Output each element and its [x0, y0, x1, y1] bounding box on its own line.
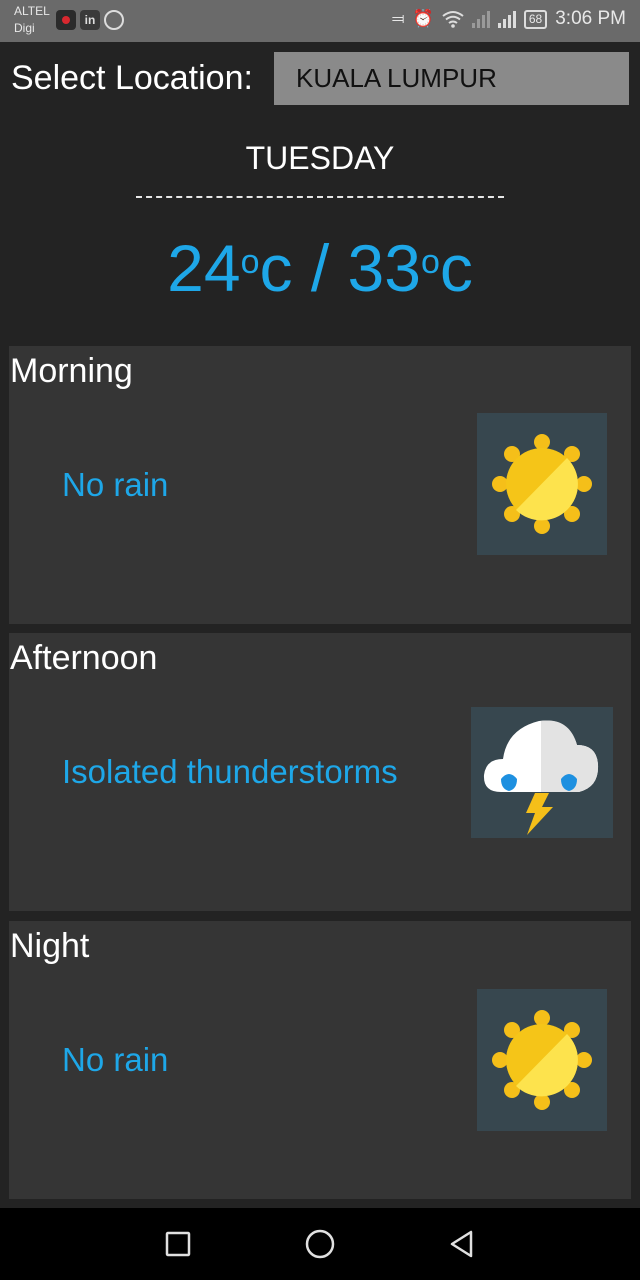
- carrier-name-1: ALTEL: [14, 4, 50, 18]
- signal-icon: [471, 10, 490, 28]
- linkedin-icon: in: [80, 10, 100, 30]
- sun-icon: [477, 413, 607, 555]
- wifi-icon: [442, 11, 464, 28]
- carrier-info: ALTEL Digi: [14, 3, 50, 37]
- degree-symbol: o: [420, 243, 440, 281]
- recent-apps-icon[interactable]: [162, 1228, 194, 1260]
- period-card-night: Night No rain: [9, 921, 631, 1199]
- period-title: Morning: [10, 352, 133, 390]
- screen-record-icon: [56, 10, 76, 30]
- clock: 3:06 PM: [555, 8, 626, 29]
- home-icon[interactable]: [304, 1228, 336, 1260]
- max-temp: 33: [347, 231, 421, 305]
- location-label: Select Location:: [11, 59, 253, 97]
- sun-icon: [477, 989, 607, 1131]
- status-bar: ALTEL Digi in ⫤ ⏰ 68 3:06 PM: [0, 0, 640, 42]
- min-temp: 24: [167, 231, 241, 305]
- period-card-morning: Morning No rain: [9, 346, 631, 624]
- period-card-afternoon: Afternoon Isolated thunderstorms: [9, 633, 631, 911]
- signal-icon: [497, 10, 516, 28]
- temperature-range: 24oc / 33oc: [0, 228, 640, 308]
- temp-unit: c: [259, 231, 293, 305]
- alarm-icon: ⏰: [412, 9, 434, 28]
- period-description: No rain: [62, 1041, 169, 1078]
- divider: [136, 196, 504, 198]
- temp-unit: c: [439, 231, 473, 305]
- vibrate-icon: ⫤: [391, 9, 405, 28]
- temp-separator: /: [310, 231, 330, 305]
- degree-symbol: o: [240, 243, 260, 281]
- battery-indicator: 68: [523, 9, 548, 29]
- navigation-bar: [0, 1208, 640, 1280]
- back-icon[interactable]: [446, 1228, 478, 1260]
- period-title: Night: [10, 927, 90, 965]
- period-description: Isolated thunderstorms: [62, 753, 398, 790]
- period-description: No rain: [62, 466, 169, 503]
- period-title: Afternoon: [10, 639, 158, 677]
- location-select[interactable]: KUALA LUMPUR: [274, 52, 629, 105]
- carrier-name-2: Digi: [14, 21, 35, 35]
- thunderstorm-icon: [471, 707, 613, 838]
- whatsapp-icon: [104, 10, 124, 30]
- day-label: TUESDAY: [245, 140, 395, 176]
